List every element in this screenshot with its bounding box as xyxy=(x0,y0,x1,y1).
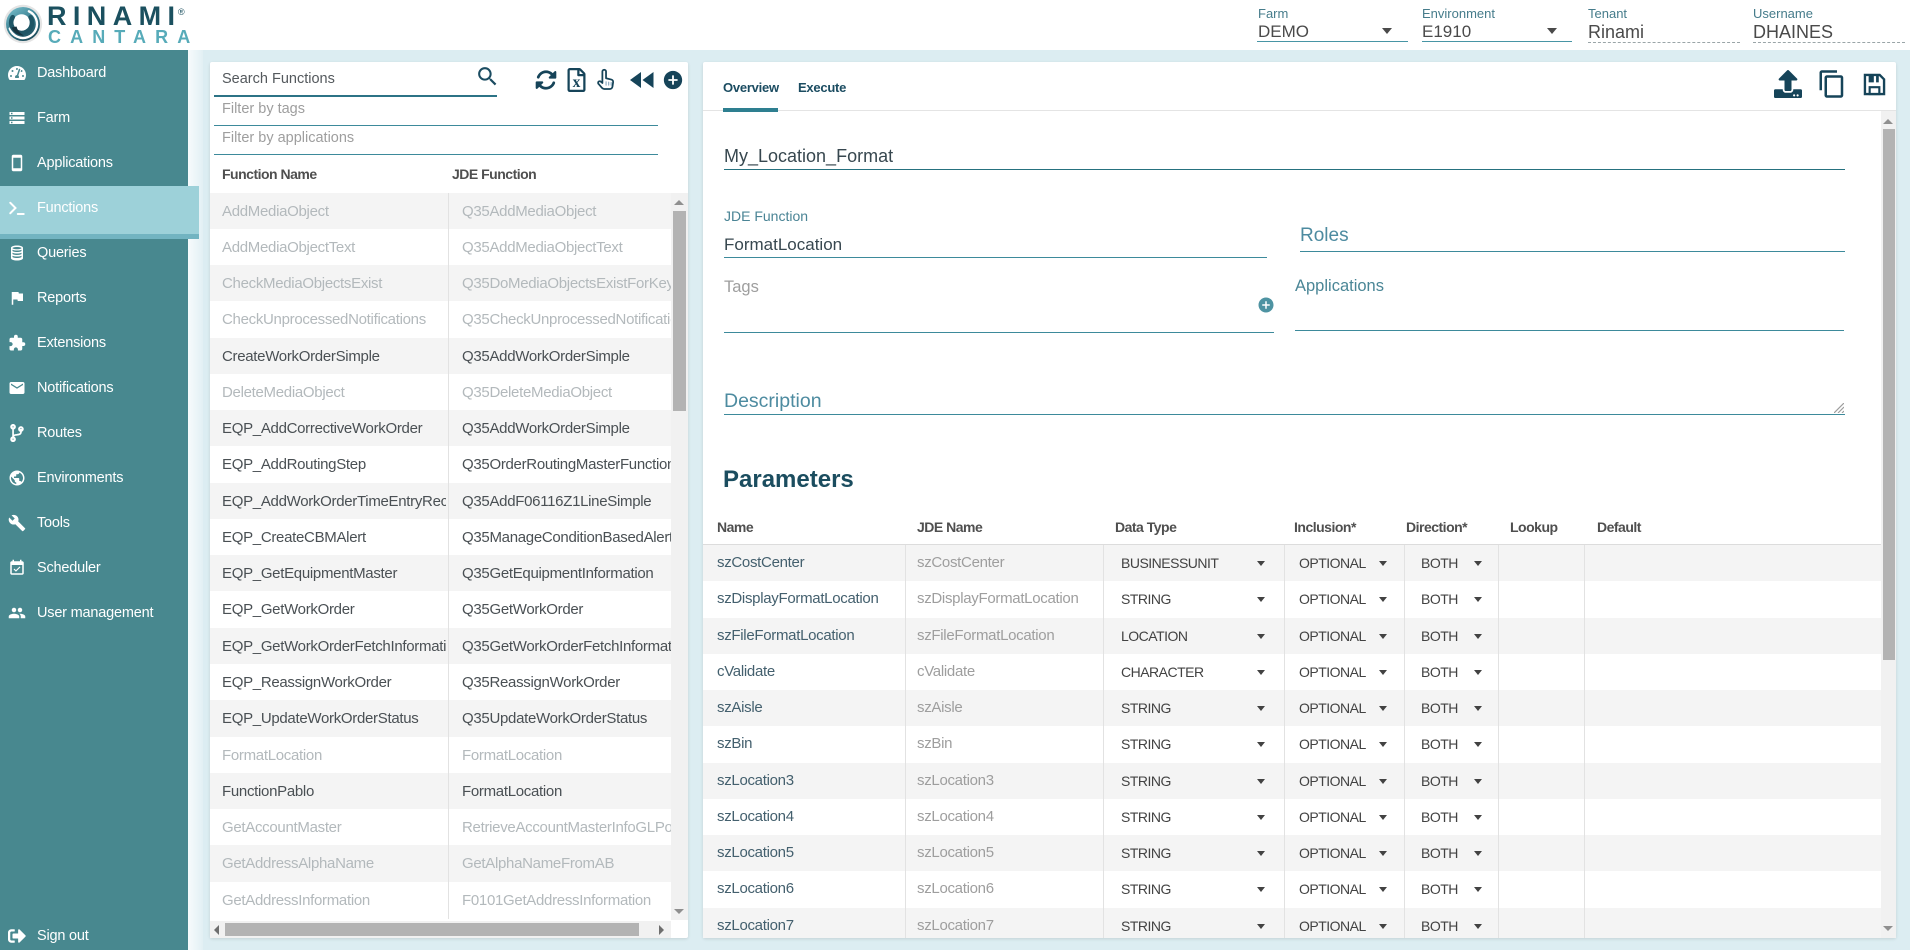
svg-text:x: x xyxy=(573,74,581,91)
